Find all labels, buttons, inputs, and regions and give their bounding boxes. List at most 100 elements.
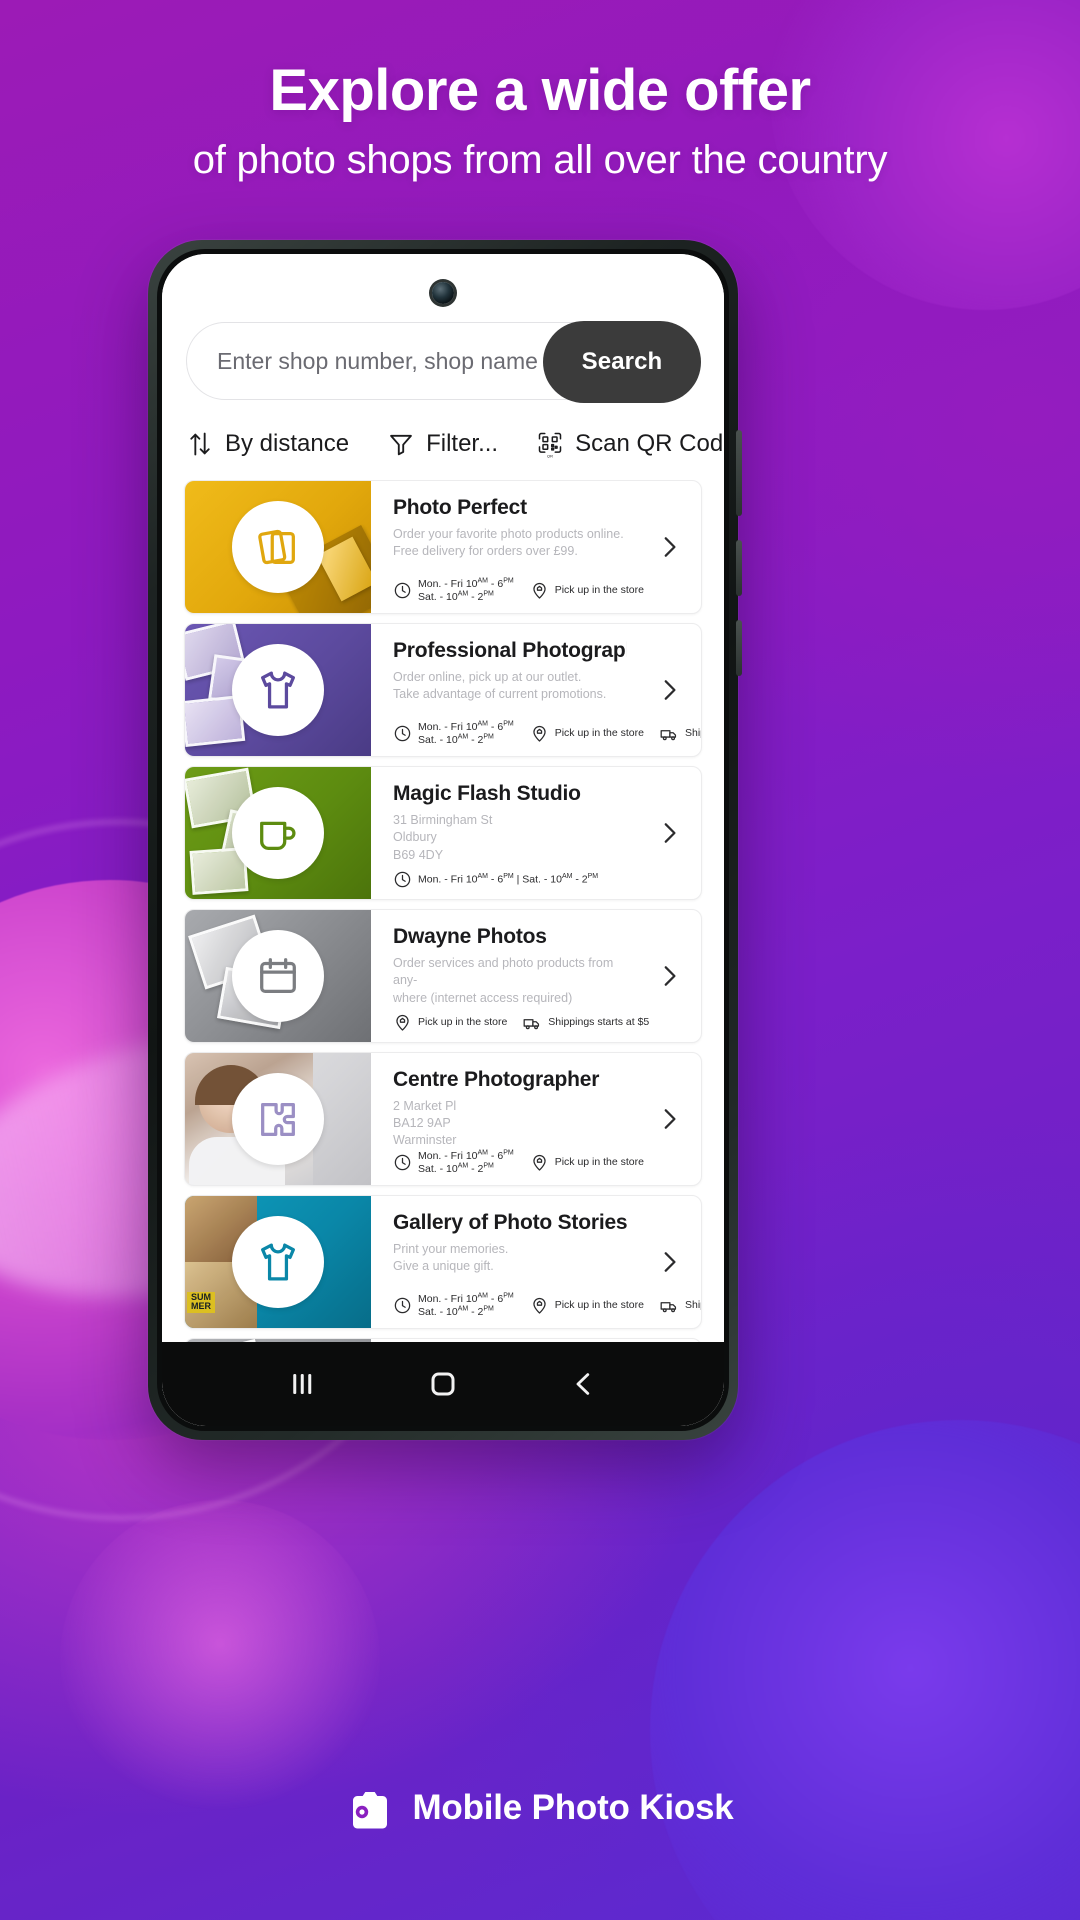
shop-thumbnail <box>185 1053 371 1185</box>
opening-hours-badge: Mon. - Fri 10AM - 6PM Sat. - 10AM - 2PM <box>393 720 514 746</box>
shop-description-line: Take advantage of current promotions. <box>393 687 607 702</box>
shop-card[interactable]: Magic Flash Studio 31 Birmingham St Oldb… <box>184 766 702 900</box>
opening-hours-text: Mon. - Fri 10AM - 6PM | Sat. - 10AM - 2P… <box>418 873 599 886</box>
puzzle-photo-icon <box>261 1102 295 1136</box>
shop-list[interactable]: Photo Perfect Order your favorite photo … <box>162 480 724 1342</box>
search-bar[interactable]: Search <box>186 321 701 403</box>
shop-icon-badge <box>232 644 324 736</box>
opening-hours-text: Mon. - Fri 10AM - 6PM Sat. - 10AM - 2PM <box>418 1292 514 1318</box>
shop-icon-badge <box>232 787 324 879</box>
shop-open-chevron[interactable] <box>637 767 701 899</box>
mug-icon <box>260 821 296 850</box>
chevron-right-icon <box>664 680 676 700</box>
pickup-text: Pick up in the store <box>554 1298 644 1311</box>
opening-hours-badge: Mon. - Fri 10AM - 6PM | Sat. - 10AM - 2P… <box>393 870 598 889</box>
phone-side-button-volume-up <box>736 540 742 596</box>
shop-icon-badge <box>232 930 324 1022</box>
shop-address-line: Warminster <box>393 1133 457 1147</box>
pickup-text: Pick up in the store <box>554 1155 644 1168</box>
shop-description: Order online, pick up at our outlet. Tak… <box>393 669 627 704</box>
shop-address-line: 2 Market Pl <box>393 1098 457 1113</box>
pickup-text: Pick up in the store <box>554 583 644 596</box>
shop-description-line: Give a unique gift. <box>393 1259 494 1274</box>
shop-address-line: Oldbury <box>393 830 437 845</box>
shop-name: Centre Photographer <box>393 1068 600 1091</box>
pickup-badge: Pick up in the store <box>530 1296 644 1315</box>
shop-address: 31 Birmingham St Oldbury B69 4DY <box>393 812 627 864</box>
shop-description-line: Order your favorite photo products onlin… <box>393 527 624 542</box>
shop-thumbnail <box>185 767 371 899</box>
phone-mockup: Search By distance <box>148 240 742 1440</box>
shop-address-line: 31 Birmingham St <box>393 813 493 828</box>
shop-name: Professional Photography Studio <box>393 639 627 662</box>
footer-brand: Mobile Photo Kiosk <box>0 1784 1080 1832</box>
pickup-text: Pick up in the store <box>554 726 644 739</box>
pin-store-icon <box>533 582 546 599</box>
page-title: Explore a wide offer <box>269 58 811 123</box>
chevron-right-icon <box>664 823 676 843</box>
shop-address-line: BA12 9AP <box>393 1115 451 1130</box>
qr-code-icon: QR <box>538 432 562 458</box>
search-button[interactable]: Search <box>543 321 701 403</box>
clock-icon <box>394 1154 411 1170</box>
chevron-right-icon <box>664 1252 676 1272</box>
shop-open-chevron[interactable] <box>637 481 701 613</box>
search-input[interactable] <box>217 347 547 375</box>
pickup-text: Pick up in the store <box>418 1016 508 1029</box>
shop-open-chevron[interactable] <box>637 910 701 1042</box>
back-icon[interactable] <box>569 1369 599 1399</box>
shop-card[interactable]: SUM MER Gallery of Photo Stories Print yo… <box>184 1195 702 1329</box>
truck-icon <box>523 1019 540 1030</box>
background-blob-bottom-right <box>650 1420 1080 1920</box>
pickup-badge: Pick up in the store <box>530 724 644 743</box>
sort-by-distance-button[interactable]: By distance <box>186 430 349 458</box>
thumbnail-photo-collage <box>185 1339 371 1342</box>
chevron-right-icon <box>664 537 676 557</box>
shop-thumbnail <box>185 910 371 1042</box>
photo-cards-icon <box>258 529 295 565</box>
filter-funnel-icon <box>390 434 412 456</box>
shop-badges: Pick up in the store Shippings starts at… <box>393 1013 649 1032</box>
shop-card[interactable]: Professional Photography Studio Order on… <box>184 623 702 757</box>
brand-name: Mobile Photo Kiosk <box>412 1788 734 1827</box>
shop-icon-badge <box>232 1073 324 1165</box>
opening-hours-badge: Mon. - Fri 10AM - 6PM Sat. - 10AM - 2PM <box>393 1149 514 1175</box>
shop-open-chevron[interactable] <box>637 1053 701 1185</box>
opening-hours-badge: Mon. - Fri 10AM - 6PM Sat. - 10AM - 2PM <box>393 1292 514 1318</box>
recents-icon[interactable] <box>287 1369 317 1399</box>
opening-hours-badge: Mon. - Fri 10AM - 6PM Sat. - 10AM - 2PM <box>393 577 514 603</box>
scan-qr-code-button[interactable]: QR Scan QR Code <box>536 430 724 458</box>
clock-icon <box>394 871 411 888</box>
shop-description: Order your favorite photo products onlin… <box>393 526 627 561</box>
chevron-right-icon <box>664 966 676 986</box>
shop-description: Order services and photo products from a… <box>393 955 627 1007</box>
camera-kiosk-icon <box>353 1792 388 1829</box>
shop-description: Print your memories. Give a unique gift. <box>393 1241 627 1276</box>
shop-open-chevron[interactable] <box>637 624 701 756</box>
shop-card[interactable]: Dwayne Photos Order services and photo p… <box>184 909 702 1043</box>
shop-thumbnail <box>185 1339 371 1342</box>
shop-name: Dwayne Photos <box>393 925 547 948</box>
shop-badges: Mon. - Fri 10AM - 6PM Sat. - 10AM - 2PM … <box>393 1292 701 1318</box>
android-navigation-bar <box>162 1342 724 1426</box>
pin-store-icon <box>533 1297 546 1314</box>
shop-description-line: Order services and photo products from a… <box>393 956 614 988</box>
phone-screen: Search By distance <box>162 254 724 1426</box>
sort-by-distance-label: By distance <box>225 430 350 457</box>
shop-badges: Mon. - Fri 10AM - 6PM | Sat. - 10AM - 2P… <box>393 870 627 889</box>
shop-card[interactable]: Photo Perfect Order your favorite photo … <box>184 480 702 614</box>
pin-store-icon <box>533 725 546 742</box>
clock-icon <box>394 1297 411 1313</box>
home-icon[interactable] <box>428 1369 458 1399</box>
shop-name: Magic Flash Studio <box>393 782 581 805</box>
clock-icon <box>394 582 411 598</box>
headline-block: Explore a wide offer of photo shops from… <box>0 58 1080 183</box>
tshirt-icon <box>261 671 295 709</box>
shop-open-chevron[interactable] <box>637 1196 701 1328</box>
filter-button[interactable]: Filter... <box>387 430 498 458</box>
shop-name: Gallery of Photo Stories <box>393 1211 627 1234</box>
shop-thumbnail: SUM MER <box>185 1196 371 1328</box>
shop-description-line: Print your memories. <box>393 1242 509 1257</box>
front-camera-icon <box>432 282 454 304</box>
shop-card[interactable]: Centre Photographer 2 Market Pl BA12 9AP… <box>184 1052 702 1186</box>
